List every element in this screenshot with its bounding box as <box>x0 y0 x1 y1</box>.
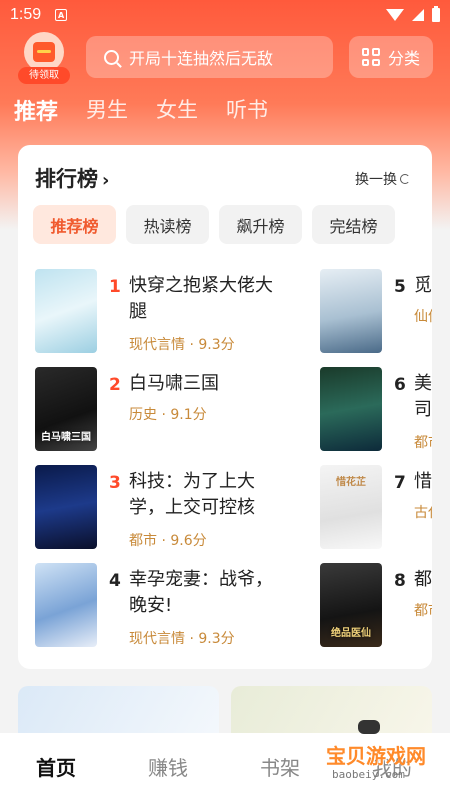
cover-title: 绝品医仙 <box>331 628 371 639</box>
ranking-title-text: 排行榜 <box>35 167 98 191</box>
book-title: 惜 <box>414 471 432 492</box>
book-item[interactable]: 绝品医仙 8 都 都市 <box>320 563 432 649</box>
book-cover <box>35 563 97 647</box>
book-meta: 古代 <box>414 505 432 521</box>
book-meta: 现代言情 · 9.3分 <box>129 337 235 353</box>
grid-icon <box>361 48 380 66</box>
rank-number: 6 <box>394 375 406 395</box>
notification-icon: A <box>55 9 68 21</box>
rank-number: 8 <box>394 571 406 591</box>
cover-title: 惜花芷 <box>336 477 366 488</box>
top-tabs: 推荐 男生 女生 听书 <box>14 94 268 126</box>
book-cover <box>320 269 382 353</box>
search-icon <box>104 49 119 65</box>
refresh-button[interactable]: 换一换 <box>355 169 410 189</box>
rank-number: 2 <box>109 375 121 395</box>
book-title: 都 <box>414 569 432 590</box>
tab-female[interactable]: 女生 <box>156 94 198 126</box>
book-title: 白马啸三国 <box>129 373 219 394</box>
rank-number: 5 <box>394 277 406 297</box>
category-label: 分类 <box>387 49 420 68</box>
rank-number: 1 <box>109 277 121 297</box>
pill-finished[interactable]: 完结榜 <box>312 205 395 244</box>
book-title: 科技：为了上大学，上交可控核 <box>129 471 255 518</box>
book-title: 快穿之抱紧大佬大腿 <box>129 275 273 322</box>
gift-button[interactable]: 待领取 <box>18 32 72 84</box>
pill-hot[interactable]: 热读榜 <box>126 205 209 244</box>
search-input[interactable]: 开局十连抽然后无敌 <box>86 36 333 78</box>
rank-number: 4 <box>109 571 121 591</box>
search-placeholder: 开局十连抽然后无敌 <box>129 49 274 68</box>
book-cover: 白马啸三国 <box>35 367 97 451</box>
book-item[interactable]: 1 快穿之抱紧大佬大腿 现代言情 · 9.3分 <box>35 269 295 355</box>
nav-earn[interactable]: 赚钱 <box>112 752 224 781</box>
signal-icon <box>412 9 424 21</box>
rank-number: 3 <box>109 473 121 493</box>
book-title: 觅 <box>414 275 432 296</box>
status-bar: 1:59 A <box>0 0 450 30</box>
chevron-right-icon: › <box>102 170 110 191</box>
book-cover <box>35 465 97 549</box>
watermark: 宝贝游戏网 baobeiy.com <box>306 720 436 786</box>
gamepad-icon <box>358 720 380 734</box>
category-button[interactable]: 分类 <box>349 36 433 78</box>
pill-rising[interactable]: 飙升榜 <box>219 205 302 244</box>
book-cover: 惜花芷 <box>320 465 382 549</box>
book-cover: 绝品医仙 <box>320 563 382 647</box>
book-meta: 都市 <box>414 435 432 451</box>
book-cover <box>35 269 97 353</box>
watermark-url: baobeiy.com <box>332 768 405 781</box>
nav-home[interactable]: 首页 <box>0 752 112 781</box>
refresh-icon <box>400 174 410 184</box>
cover-title: 白马啸三国 <box>41 432 91 443</box>
rank-number: 7 <box>394 473 406 493</box>
ranking-pills: 推荐榜 热读榜 飙升榜 完结榜 <box>33 205 395 244</box>
watermark-text: 宝贝游戏网 <box>326 744 426 768</box>
wifi-icon <box>386 9 404 21</box>
book-meta: 仙侠 <box>414 309 432 325</box>
ranking-title[interactable]: 排行榜 › <box>35 163 109 193</box>
book-item[interactable]: 6 美司 都市 <box>320 367 432 453</box>
top-bar: 待领取 开局十连抽然后无敌 分类 <box>0 32 450 84</box>
gift-icon <box>24 32 64 72</box>
book-item[interactable]: 3 科技：为了上大学，上交可控核 都市 · 9.6分 <box>35 465 295 551</box>
status-time: 1:59 <box>10 6 42 23</box>
refresh-label: 换一换 <box>355 172 397 188</box>
book-item[interactable]: 惜花芷 7 惜 古代 <box>320 465 432 551</box>
tab-audio[interactable]: 听书 <box>226 94 268 126</box>
tab-male[interactable]: 男生 <box>86 94 128 126</box>
book-title: 美司 <box>414 373 432 420</box>
book-meta: 都市 <box>414 603 432 619</box>
ranking-card: 排行榜 › 换一换 推荐榜 热读榜 飙升榜 完结榜 1 快穿之抱紧大佬大腿 现代言… <box>18 145 432 669</box>
status-icons <box>386 6 440 22</box>
gift-label: 待领取 <box>18 67 70 84</box>
book-cover <box>320 367 382 451</box>
book-item[interactable]: 4 幸孕宠妻：战爷，晚安! 现代言情 · 9.3分 <box>35 563 295 649</box>
book-meta: 都市 · 9.6分 <box>129 533 207 549</box>
book-item[interactable]: 5 觅 仙侠 <box>320 269 432 355</box>
book-meta: 现代言情 · 9.3分 <box>129 631 235 647</box>
book-meta: 历史 · 9.1分 <box>129 407 207 423</box>
battery-icon <box>432 6 440 22</box>
pill-recommend[interactable]: 推荐榜 <box>33 205 116 244</box>
book-item[interactable]: 白马啸三国 2 白马啸三国 历史 · 9.1分 <box>35 367 295 453</box>
book-title: 幸孕宠妻：战爷，晚安! <box>129 569 273 616</box>
tab-recommend[interactable]: 推荐 <box>14 94 58 126</box>
